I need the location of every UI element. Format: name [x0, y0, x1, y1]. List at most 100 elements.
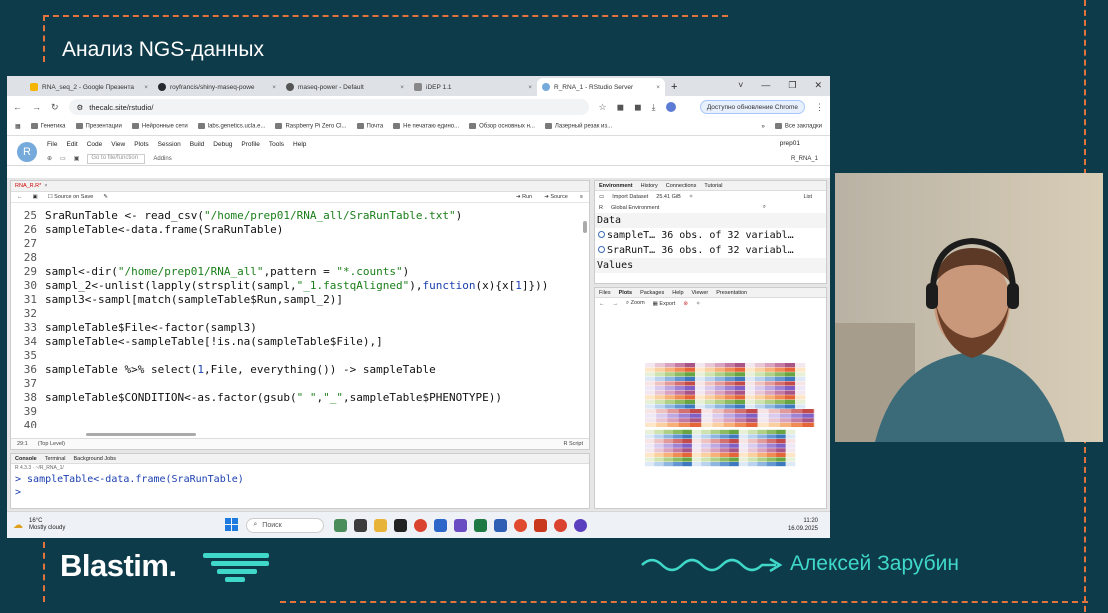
update-chrome-button[interactable]: Доступно обновление Chrome — [699, 100, 805, 114]
tab-environment[interactable]: Environment — [599, 183, 633, 189]
menu-view[interactable]: View — [111, 141, 125, 148]
code-line[interactable]: 34 sampleTable<-sampleTable[!is.na(sample… — [11, 335, 383, 349]
task-view-icon[interactable] — [354, 518, 368, 532]
source-button[interactable]: ➔ Source — [544, 194, 568, 200]
menu-debug[interactable]: Debug — [213, 141, 232, 148]
tab-tutorial[interactable]: Tutorial — [704, 183, 722, 189]
code-line[interactable]: 32 — [11, 307, 45, 321]
magic-wand-icon[interactable]: ✎ — [103, 194, 108, 200]
list-view-toggle[interactable]: List — [803, 194, 812, 200]
browser-tab-active[interactable]: R_RNA_1 - RStudio Server × — [537, 78, 665, 96]
code-line[interactable]: 26 sampleTable<-data.frame(SraRunTable) — [11, 223, 284, 237]
bookmark-item[interactable]: Почта — [356, 123, 383, 130]
extension-icon[interactable]: ◼ — [617, 102, 624, 113]
code-line[interactable]: 36 sampleTable %>% select(1,File, everyth… — [11, 363, 436, 377]
code-area[interactable]: 25 SraRunTable <- read_csv("/home/prep01/… — [11, 203, 589, 428]
search-icon[interactable]: ⌕ — [763, 204, 766, 211]
chrome-icon[interactable] — [554, 518, 568, 532]
app-icon[interactable] — [394, 518, 408, 532]
new-tab-icon[interactable]: + — [671, 81, 677, 93]
app-icon[interactable] — [434, 518, 448, 532]
menu-icon[interactable]: ⋮ — [815, 102, 824, 113]
zoom-button[interactable]: ⌕ Zoom — [626, 300, 645, 307]
bookmark-item[interactable]: Raspberry Pi Zero Cl... — [275, 123, 347, 130]
source-on-save-checkbox[interactable]: ☐ Source on Save — [48, 194, 94, 200]
download-icon[interactable]: ⤓ — [652, 102, 656, 113]
code-line[interactable]: 40 — [11, 419, 45, 428]
browser-tab[interactable]: iDEP 1.1 × — [409, 78, 537, 96]
expand-icon[interactable] — [598, 231, 605, 238]
tab-packages[interactable]: Packages — [640, 290, 664, 296]
import-dataset-button[interactable]: Import Dataset — [612, 194, 648, 200]
site-info-icon[interactable]: ⚙ — [77, 103, 84, 112]
back-icon[interactable]: ← — [17, 194, 23, 200]
taskbar-search[interactable]: ⌕ Поиск — [246, 517, 325, 533]
code-line[interactable]: 39 — [11, 405, 45, 419]
memory-usage[interactable]: 25.41 GiB — [656, 194, 680, 200]
forward-icon[interactable]: → — [613, 301, 619, 307]
save-icon[interactable]: ▣ — [74, 155, 80, 162]
tab-plots[interactable]: Plots — [619, 290, 632, 296]
new-file-icon[interactable]: ⊕ — [47, 155, 52, 162]
code-line[interactable]: 31 sampl3<-sampl[match(sampleTable$Run,sa… — [11, 293, 343, 307]
menu-tools[interactable]: Tools — [269, 141, 284, 148]
tab-background-jobs[interactable]: Background Jobs — [74, 456, 117, 462]
run-button[interactable]: ➔ Run — [516, 194, 532, 200]
excel-icon[interactable] — [474, 518, 488, 532]
save-icon[interactable]: ▣ — [33, 194, 38, 200]
code-line[interactable]: 37 — [11, 377, 45, 391]
maximize-icon[interactable]: ❐ — [788, 80, 796, 91]
windows-start-icon[interactable] — [225, 517, 239, 533]
code-line[interactable]: 35 — [11, 349, 45, 363]
broom-icon[interactable]: ✧ — [696, 301, 701, 307]
editor-tab[interactable]: RNA_R.R* × — [11, 181, 589, 192]
all-bookmarks[interactable]: Все закладки — [774, 123, 822, 130]
apps-icon[interactable]: ▦ — [15, 123, 21, 130]
back-icon[interactable]: ← — [599, 301, 605, 307]
bookmark-item[interactable]: labs.genetics.ucla.e... — [197, 123, 265, 130]
bookmark-item[interactable]: Презентации — [75, 123, 122, 130]
extension-icon[interactable]: ◼ — [634, 102, 641, 113]
code-line[interactable]: 30 sampl_2<-unlist(lapply(strsplit(sampl,… — [11, 279, 549, 293]
bookmark-item[interactable]: Обзор основных н... — [469, 123, 535, 130]
word-icon[interactable] — [494, 518, 508, 532]
env-object-row[interactable]: sampleT… 36 obs. of 32 variabl… — [595, 228, 826, 243]
menu-plots[interactable]: Plots — [134, 141, 148, 148]
open-icon[interactable]: ▭ — [599, 194, 604, 200]
vertical-scrollbar[interactable] — [583, 221, 587, 233]
browser-tab[interactable]: RNA_seq_2 - Google Презента × — [25, 78, 153, 96]
open-file-icon[interactable]: ▭ — [60, 155, 66, 162]
forward-icon[interactable]: → — [32, 102, 41, 112]
close-icon[interactable]: × — [272, 84, 276, 91]
avatar[interactable] — [665, 102, 676, 112]
code-line[interactable]: 25 SraRunTable <- read_csv("/home/prep01/… — [11, 209, 463, 223]
code-line[interactable]: 29 sampl<-dir("/home/prep01/RNA_all",patt… — [11, 265, 410, 279]
goto-file-input[interactable]: Go to file/function — [87, 153, 146, 164]
close-icon[interactable]: × — [144, 84, 148, 91]
app-icon[interactable] — [334, 518, 348, 532]
tab-files[interactable]: Files — [599, 290, 611, 296]
scope-indicator[interactable]: (Top Level) — [38, 441, 65, 447]
env-object-row[interactable]: SraRunT… 36 obs. of 32 variabl… — [595, 243, 826, 258]
menu-help[interactable]: Help — [293, 141, 306, 148]
close-icon[interactable]: × — [400, 84, 404, 91]
powerpoint-icon[interactable] — [534, 518, 548, 532]
horizontal-scrollbar[interactable] — [86, 433, 196, 436]
browser-tab[interactable]: maseq-power - Default × — [281, 78, 409, 96]
code-line[interactable]: 38 sampleTable$CONDITION<-as.factor(gsub(… — [11, 391, 502, 405]
close-window-icon[interactable]: ✕ — [814, 80, 822, 91]
reload-icon[interactable]: ↻ — [51, 102, 59, 113]
menu-build[interactable]: Build — [190, 141, 204, 148]
menu-edit[interactable]: Edit — [66, 141, 77, 148]
file-type[interactable]: R Script — [563, 441, 583, 447]
close-icon[interactable]: × — [656, 84, 660, 91]
broom-icon[interactable]: ✧ — [689, 194, 694, 200]
tab-search-icon[interactable]: ˅ — [738, 80, 743, 91]
menu-profile[interactable]: Profile — [241, 141, 259, 148]
expand-icon[interactable] — [598, 246, 605, 253]
file-explorer-icon[interactable] — [374, 518, 388, 532]
code-line[interactable]: 27 — [11, 237, 45, 251]
tab-history[interactable]: History — [641, 183, 658, 189]
code-line[interactable]: 33 sampleTable$File<-factor(sampl3) — [11, 321, 257, 335]
bookmark-star-icon[interactable]: ☆ — [599, 102, 607, 113]
